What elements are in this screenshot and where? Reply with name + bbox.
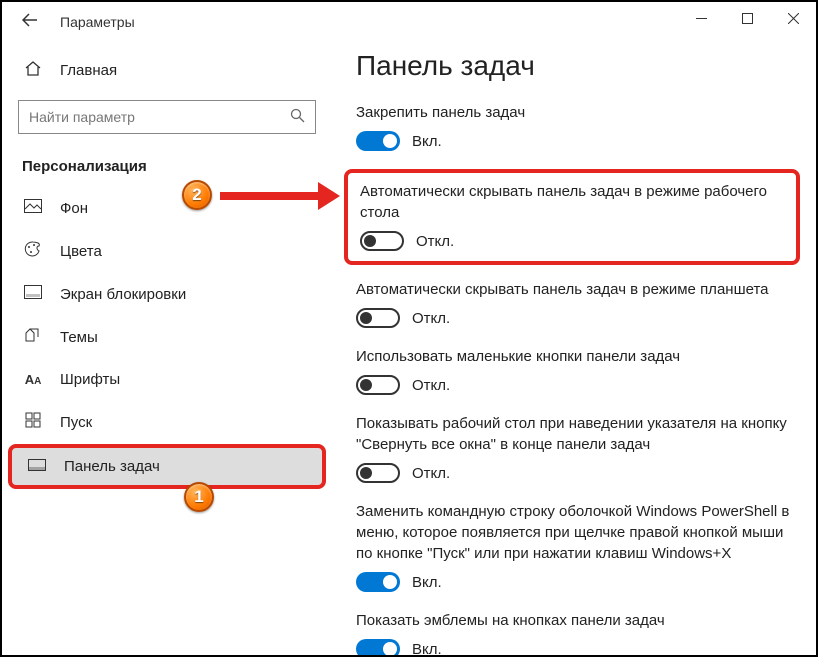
maximize-button[interactable] — [724, 2, 770, 34]
sidebar-item-label: Шрифты — [60, 371, 120, 388]
toggle-autohide-desktop[interactable] — [360, 231, 404, 251]
settings-window: Параметры Главная Найти параметр Персона… — [0, 0, 818, 657]
nav-home-label: Главная — [60, 62, 117, 79]
picture-icon — [22, 199, 44, 217]
palette-icon — [22, 241, 44, 261]
sidebar-item-taskbar[interactable]: Панель задач — [8, 444, 326, 489]
sidebar-item-lockscreen[interactable]: Экран блокировки — [2, 273, 332, 315]
setting-label: Заменить командную строку оболочкой Wind… — [356, 501, 792, 564]
sidebar: Главная Найти параметр Персонализация Фо… — [2, 42, 332, 655]
sidebar-item-label: Экран блокировки — [60, 286, 186, 303]
annotation-badge-2: 2 — [182, 180, 212, 210]
highlight-autohide-desktop: Автоматически скрывать панель задач в ре… — [344, 169, 800, 265]
setting-lock-taskbar: Закрепить панель задач Вкл. — [356, 102, 792, 151]
home-icon — [22, 60, 44, 80]
toggle-state: Откл. — [412, 377, 450, 394]
toggle-lock-taskbar[interactable] — [356, 131, 400, 151]
setting-autohide-tablet: Автоматически скрывать панель задач в ре… — [356, 279, 792, 328]
back-button[interactable] — [22, 13, 42, 32]
page-heading: Панель задач — [356, 50, 792, 82]
sidebar-item-fonts[interactable]: AA Шрифты — [2, 359, 332, 400]
toggle-state: Откл. — [416, 233, 454, 250]
window-controls — [678, 2, 816, 34]
setting-label: Автоматически скрывать панель задач в ре… — [360, 181, 784, 223]
annotation-arrow — [220, 186, 340, 206]
category-title: Персонализация — [2, 148, 332, 187]
main-panel: Панель задач Закрепить панель задач Вкл.… — [332, 42, 816, 655]
sidebar-item-label: Пуск — [60, 414, 92, 431]
start-icon — [22, 412, 44, 432]
setting-label: Показывать рабочий стол при наведении ук… — [356, 413, 792, 455]
toggle-state: Вкл. — [412, 574, 442, 591]
toggle-badges[interactable] — [356, 639, 400, 655]
toggle-peek-desktop[interactable] — [356, 463, 400, 483]
nav-home[interactable]: Главная — [2, 52, 332, 96]
annotation-badge-1: 1 — [184, 482, 214, 512]
search-placeholder: Найти параметр — [29, 109, 135, 125]
toggle-powershell[interactable] — [356, 572, 400, 592]
setting-peek-desktop: Показывать рабочий стол при наведении ук… — [356, 413, 792, 483]
setting-autohide-desktop: Автоматически скрывать панель задач в ре… — [360, 181, 784, 251]
setting-label: Показать эмблемы на кнопках панели задач — [356, 610, 792, 631]
setting-label: Закрепить панель задач — [356, 102, 792, 123]
toggle-autohide-tablet[interactable] — [356, 308, 400, 328]
setting-label: Использовать маленькие кнопки панели зад… — [356, 346, 792, 367]
close-button[interactable] — [770, 2, 816, 34]
sidebar-item-label: Фон — [60, 200, 88, 217]
setting-small-buttons: Использовать маленькие кнопки панели зад… — [356, 346, 792, 395]
toggle-state: Откл. — [412, 310, 450, 327]
themes-icon — [22, 327, 44, 347]
sidebar-item-themes[interactable]: Темы — [2, 315, 332, 359]
toggle-state: Вкл. — [412, 133, 442, 150]
search-icon — [290, 108, 305, 126]
sidebar-item-label: Панель задач — [64, 458, 160, 475]
setting-badges: Показать эмблемы на кнопках панели задач… — [356, 610, 792, 655]
sidebar-item-label: Темы — [60, 329, 98, 346]
lockscreen-icon — [22, 285, 44, 303]
taskbar-icon — [26, 458, 48, 475]
sidebar-item-label: Цвета — [60, 243, 102, 260]
sidebar-item-colors[interactable]: Цвета — [2, 229, 332, 273]
toggle-state: Откл. — [412, 465, 450, 482]
setting-label: Автоматически скрывать панель задач в ре… — [356, 279, 792, 300]
setting-powershell: Заменить командную строку оболочкой Wind… — [356, 501, 792, 592]
fonts-icon: AA — [22, 372, 44, 387]
toggle-state: Вкл. — [412, 641, 442, 656]
search-input[interactable]: Найти параметр — [18, 100, 316, 134]
minimize-button[interactable] — [678, 2, 724, 34]
sidebar-item-start[interactable]: Пуск — [2, 400, 332, 444]
window-title: Параметры — [60, 14, 135, 30]
toggle-small-buttons[interactable] — [356, 375, 400, 395]
